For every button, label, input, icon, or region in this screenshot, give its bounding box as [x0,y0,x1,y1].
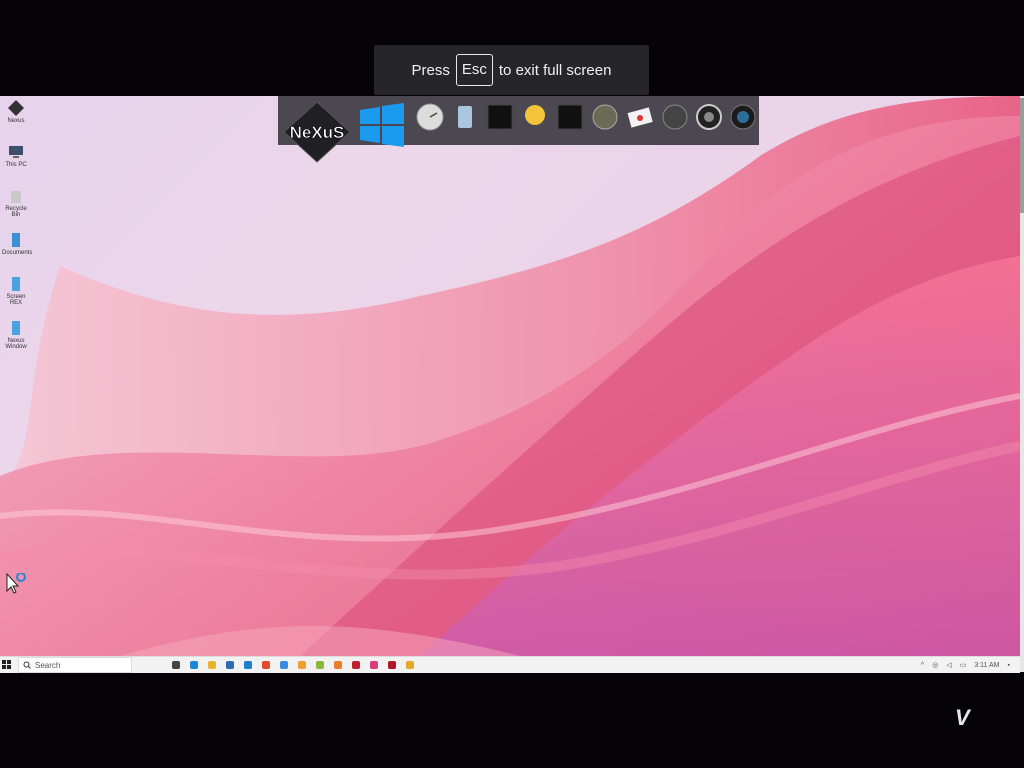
desktop-icon-recycle-bin[interactable]: Recycle Bin [2,188,30,218]
busy-cursor-icon [6,573,26,594]
store-icon[interactable] [226,661,234,669]
task-view-icon[interactable] [172,661,180,669]
nexus-logo[interactable]: NeXuS [282,100,352,164]
speaker-icon[interactable] [694,102,724,132]
desktop-icon-label: Nexus Window [5,338,27,350]
app-icon[interactable] [388,661,396,669]
nexus-logo-text: NeXuS [290,123,345,142]
weather-icon[interactable] [520,102,550,132]
desktop-icon-documents[interactable]: Documents [2,232,33,256]
start-button-icon[interactable] [2,660,12,670]
globe-icon[interactable] [590,102,620,132]
network-icon[interactable]: ◎ [932,661,938,669]
scrollbar-thumb[interactable] [1020,98,1024,213]
nexus-dock[interactable]: NeXuS [278,96,759,163]
memory-meter-icon[interactable] [555,102,585,132]
taskbar-search-box[interactable]: Search [18,657,132,673]
fullscreen-exit-toast: Press Esc to exit full screen [374,45,649,95]
recycle-bin-icon[interactable] [450,102,480,132]
desktop-wallpaper[interactable]: Nexus This PC Recycle Bin Documents Scre… [0,96,1020,656]
esc-key-badge: Esc [455,54,493,86]
app-icon[interactable] [370,661,378,669]
clock-icon[interactable] [415,102,445,132]
wallpaper-graphic [0,96,1020,656]
edge-icon[interactable] [190,661,198,669]
search-icon [23,661,31,669]
app-icon[interactable] [334,661,342,669]
power-icon[interactable] [660,102,690,132]
desktop-icon-label: Screen REX [6,294,26,306]
taskbar: Search ^ ◎ ◁ ▭ 3:11 AM ▪ [0,656,1020,673]
toast-prefix: Press [411,61,450,79]
desktop-icon-screen-rex[interactable]: Screen REX [2,276,30,306]
app-icon[interactable] [280,661,288,669]
computer-icon [9,146,23,158]
recycle-bin-icon [11,191,21,203]
keyboard-icon[interactable]: ▭ [960,661,967,669]
windows-start-icon[interactable] [358,102,406,148]
document-icon [12,233,20,247]
desktop-icon-label: This PC [5,162,27,168]
desktop-icon-this-pc[interactable]: This PC [2,144,30,168]
mail-app-icon[interactable] [244,661,252,669]
app-icon[interactable] [406,661,414,669]
desktop-icon-label: Recycle Bin [5,206,27,218]
desktop-icon-label: Nexus [7,118,25,124]
notifications-icon[interactable]: ▪ [1008,662,1010,669]
app-icon [12,277,20,291]
app-icon[interactable] [352,661,360,669]
vertical-scrollbar[interactable] [1020,96,1024,672]
volume-icon[interactable]: ◁ [946,661,951,669]
file-explorer-icon[interactable] [208,661,216,669]
system-tray: ^ ◎ ◁ ▭ 3:11 AM ▪ [921,661,1020,670]
search-placeholder: Search [35,660,61,670]
folder-icon[interactable] [298,661,306,669]
desktop-icon-label: Documents [2,250,33,256]
toast-suffix: to exit full screen [498,61,612,79]
taskbar-clock[interactable]: 3:11 AM [974,662,999,669]
desktop-icon-nexus[interactable]: Nexus [2,100,30,124]
chevron-up-icon[interactable]: ^ [921,662,924,669]
app-icon [12,321,20,335]
chrome-icon[interactable] [262,661,270,669]
cpu-meter-icon[interactable] [485,102,515,132]
mail-icon[interactable] [625,102,655,132]
app-icon[interactable] [316,661,324,669]
watermark-logo: V [955,705,970,730]
camera-icon[interactable] [728,102,758,132]
nexus-icon [8,100,24,116]
desktop-icon-nexus-window[interactable]: Nexus Window [2,320,30,350]
